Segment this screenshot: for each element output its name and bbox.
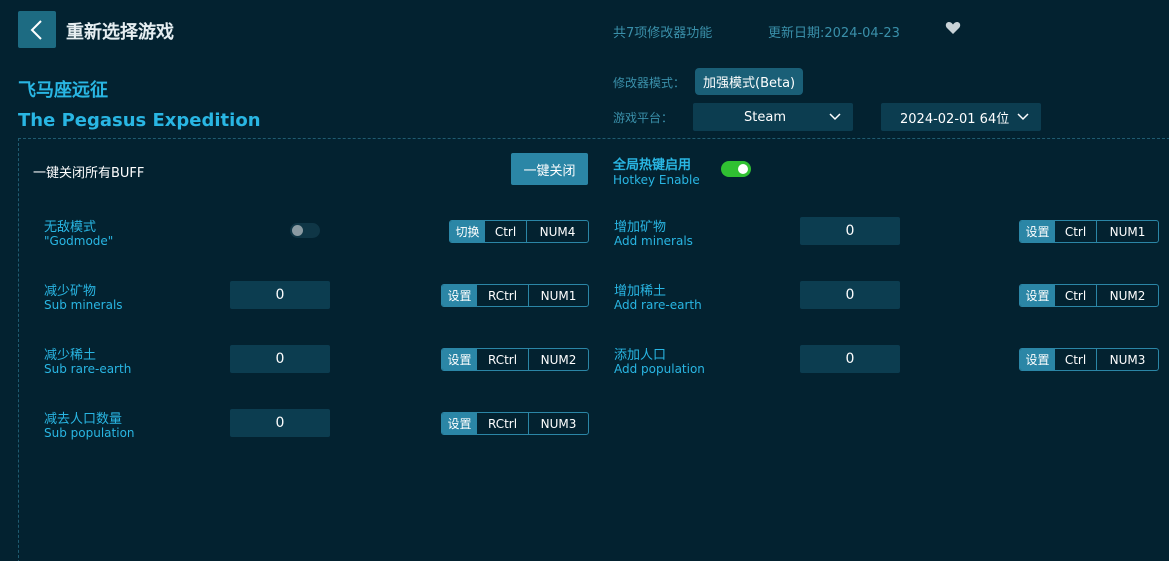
- sub-rare-earth-label-en: Sub rare-earth: [44, 362, 132, 376]
- toggle-knob: [292, 225, 303, 236]
- game-title-en: The Pegasus Expedition: [18, 110, 261, 131]
- godmode-label-cn: 无敌模式: [44, 220, 97, 235]
- sub-population-label-en: Sub population: [44, 426, 135, 440]
- add-population-hotkey[interactable]: 设置 Ctrl NUM3: [1019, 348, 1159, 371]
- hotkey-key: NUM3: [540, 416, 577, 431]
- sub-minerals-label-en: Sub minerals: [44, 298, 123, 312]
- hotkey-action[interactable]: 切换: [450, 221, 485, 242]
- sub-rare-earth-label-cn: 减少稀土: [44, 348, 97, 363]
- close-all-label: 一键关闭所有BUFF: [33, 166, 145, 181]
- sub-population-label-cn: 减去人口数量: [44, 412, 123, 427]
- heart-icon[interactable]: [945, 20, 961, 36]
- hotkey-modifier: RCtrl: [477, 413, 529, 434]
- game-title-cn: 飞马座远征: [18, 80, 108, 101]
- hotkey-modifier: Ctrl: [1055, 285, 1097, 306]
- hotkey-key: NUM1: [1109, 224, 1146, 239]
- back-button[interactable]: [18, 11, 56, 48]
- feature-count: 共7项修改器功能: [613, 26, 713, 41]
- hotkey-modifier: Ctrl: [1055, 349, 1097, 370]
- sub-minerals-input[interactable]: 0: [230, 281, 330, 309]
- hotkey-action[interactable]: 设置: [1020, 349, 1055, 370]
- options-panel: [18, 138, 1169, 561]
- add-rare-earth-label-en: Add rare-earth: [614, 298, 702, 312]
- mode-badge[interactable]: 加强模式(Beta): [695, 68, 804, 95]
- hotkey-key: NUM1: [540, 288, 577, 303]
- add-minerals-input[interactable]: 0: [800, 217, 900, 245]
- page-title: 重新选择游戏: [66, 22, 174, 43]
- hotkey-key: NUM2: [1109, 288, 1146, 303]
- sub-minerals-label-cn: 减少矿物: [44, 284, 97, 299]
- add-rare-earth-input[interactable]: 0: [800, 281, 900, 309]
- add-rare-earth-label-cn: 增加稀土: [614, 284, 667, 299]
- update-date: 更新日期:2024-04-23: [768, 26, 900, 41]
- platform-value: Steam: [744, 109, 786, 125]
- hotkey-modifier: RCtrl: [477, 349, 529, 370]
- mode-label: 修改器模式：: [613, 76, 686, 90]
- sub-rare-earth-input[interactable]: 0: [230, 345, 330, 373]
- chevron-down-icon: [1017, 113, 1029, 121]
- add-population-label-en: Add population: [614, 362, 705, 376]
- hotkey-toggle[interactable]: [721, 161, 751, 177]
- hotkey-key: NUM2: [540, 352, 577, 367]
- sub-population-hotkey[interactable]: 设置 RCtrl NUM3: [441, 412, 589, 435]
- add-minerals-label-en: Add minerals: [614, 234, 693, 248]
- platform-select[interactable]: Steam: [693, 103, 853, 131]
- toggle-knob: [738, 164, 748, 174]
- version-value: 2024-02-01 64位: [900, 111, 1010, 127]
- platform-label: 游戏平台：: [613, 111, 674, 125]
- hotkey-action[interactable]: 设置: [442, 413, 477, 434]
- hotkey-key: NUM3: [1109, 352, 1146, 367]
- hotkey-action[interactable]: 设置: [442, 285, 477, 306]
- hotkey-action[interactable]: 设置: [1020, 285, 1055, 306]
- hotkey-action[interactable]: 设置: [1020, 221, 1055, 242]
- add-population-input[interactable]: 0: [800, 345, 900, 373]
- chevron-left-icon: [30, 19, 42, 40]
- close-all-button[interactable]: 一键关闭: [511, 153, 588, 185]
- add-population-label-cn: 添加人口: [614, 348, 667, 363]
- version-select[interactable]: 2024-02-01 64位: [881, 103, 1041, 131]
- hotkey-label-cn: 全局热键启用: [613, 158, 692, 173]
- hotkey-action[interactable]: 设置: [442, 349, 477, 370]
- hotkey-label-en: Hotkey Enable: [613, 173, 700, 187]
- hotkey-modifier: Ctrl: [485, 221, 527, 242]
- godmode-hotkey[interactable]: 切换 Ctrl NUM4: [449, 220, 589, 243]
- godmode-toggle[interactable]: [290, 223, 320, 238]
- sub-population-input[interactable]: 0: [230, 409, 330, 437]
- hotkey-key: NUM4: [539, 224, 576, 239]
- add-minerals-label-cn: 增加矿物: [614, 220, 667, 235]
- godmode-label-en: "Godmode": [44, 234, 114, 248]
- hotkey-modifier: Ctrl: [1055, 221, 1097, 242]
- add-rare-earth-hotkey[interactable]: 设置 Ctrl NUM2: [1019, 284, 1159, 307]
- chevron-down-icon: [829, 113, 841, 121]
- sub-minerals-hotkey[interactable]: 设置 RCtrl NUM1: [441, 284, 589, 307]
- add-minerals-hotkey[interactable]: 设置 Ctrl NUM1: [1019, 220, 1159, 243]
- hotkey-modifier: RCtrl: [477, 285, 529, 306]
- sub-rare-earth-hotkey[interactable]: 设置 RCtrl NUM2: [441, 348, 589, 371]
